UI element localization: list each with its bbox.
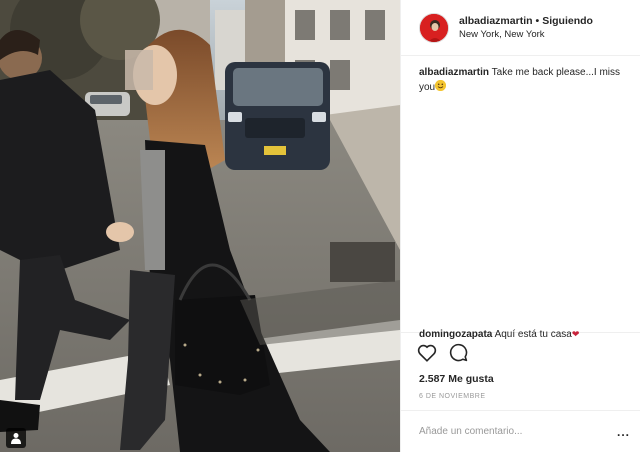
smiling-face-emoji-icon (435, 80, 447, 91)
comment-text: Aquí está tu casa (494, 329, 572, 340)
more-options-button[interactable]: ... (617, 425, 630, 439)
comment-item: domingozapata Aquí está tu casa❤ (419, 327, 634, 342)
follow-status-button[interactable]: Siguiendo (542, 15, 593, 27)
instagram-post: albadiazmartin • Siguiendo New York, New Y… (0, 0, 640, 452)
comment-input[interactable] (419, 426, 617, 437)
post-date[interactable]: 6 DE NOVIEMBRE (401, 390, 640, 410)
add-comment-bar: ... (401, 410, 640, 452)
heart-outline-icon[interactable] (417, 344, 437, 362)
speech-bubble-icon[interactable] (449, 343, 468, 362)
post-photo[interactable] (0, 0, 400, 452)
avatar[interactable] (419, 12, 449, 43)
avatar-image (420, 13, 448, 42)
comment-bubble-icon (449, 343, 468, 362)
likes-count[interactable]: 2.587 Me gusta (401, 372, 640, 390)
post-side-panel: albadiazmartin • Siguiendo New York, New Y… (400, 0, 640, 452)
header-text: albadiazmartin • Siguiendo New York, New Y… (459, 14, 593, 42)
caption-username[interactable]: albadiazmartin (419, 67, 489, 78)
comments-area: albadiazmartin Take me back please...I m… (401, 56, 640, 340)
like-heart-icon (417, 344, 437, 362)
caption: albadiazmartin Take me back please...I m… (419, 66, 624, 95)
smile-face-icon (435, 80, 447, 91)
comment-username[interactable]: domingozapata (419, 329, 492, 340)
separator-dot: • (535, 14, 540, 27)
author-username[interactable]: albadiazmartin (459, 15, 533, 27)
person-tag-icon[interactable] (6, 428, 26, 448)
post-header: albadiazmartin • Siguiendo New York, New Y… (401, 0, 640, 56)
person-silhouette-icon (11, 433, 21, 444)
red-heart-emoji-icon: ❤ (571, 329, 580, 339)
post-location[interactable]: New York, New York (459, 28, 593, 42)
header-user-line: albadiazmartin • Siguiendo (459, 14, 593, 28)
street-photo-illustration (0, 0, 400, 452)
